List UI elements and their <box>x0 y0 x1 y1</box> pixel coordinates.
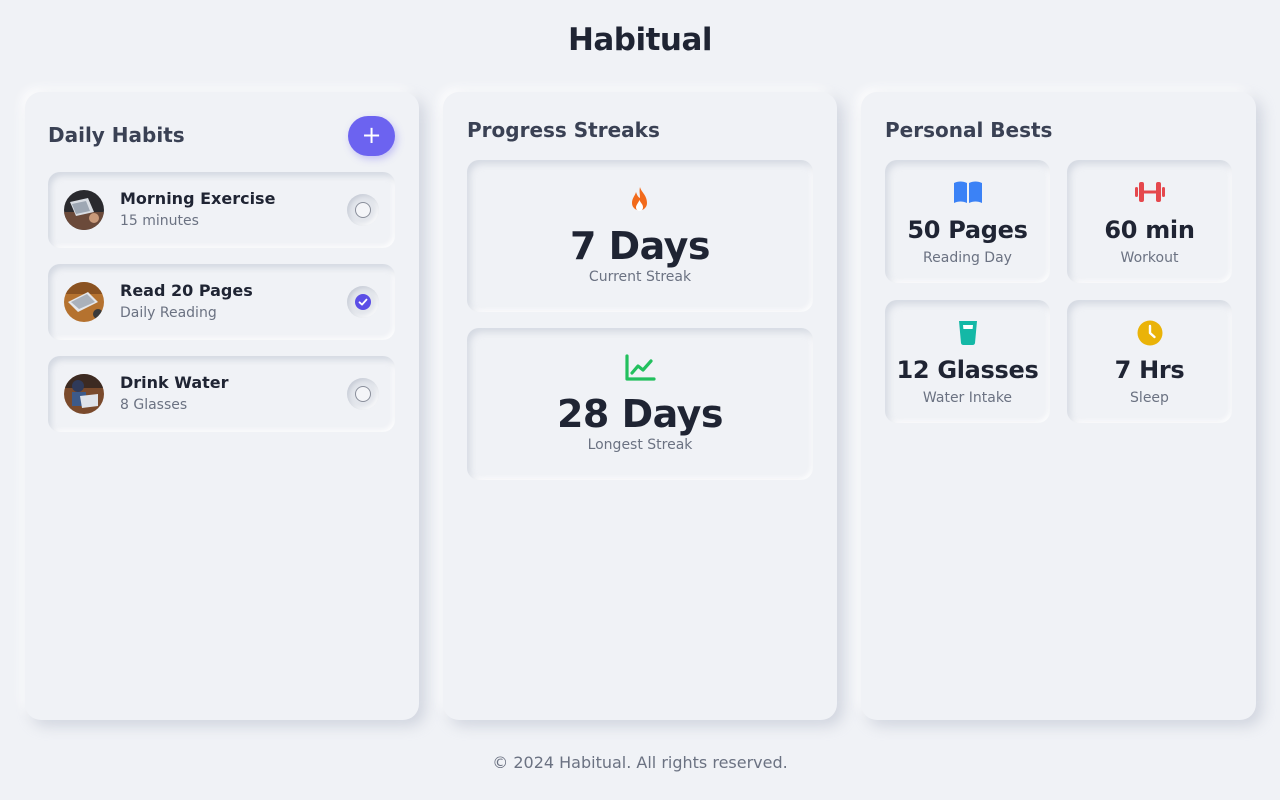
best-sleep-label: Sleep <box>1130 390 1169 406</box>
progress-streaks-title: Progress Streaks <box>467 118 660 142</box>
best-sleep-card: 7 Hrs Sleep <box>1067 300 1232 423</box>
trend-chart-icon <box>467 354 813 386</box>
unchecked-circle-icon <box>355 202 371 218</box>
avatar <box>64 190 104 230</box>
best-workout-value: 60 min <box>1104 216 1195 244</box>
habit-name: Morning Exercise <box>120 189 276 208</box>
checkmark-icon <box>355 294 371 310</box>
dumbbell-icon <box>1067 180 1232 206</box>
daily-habits-panel: Daily Habits + Morning Exercise 15 minut… <box>25 92 419 720</box>
clock-icon <box>1067 320 1232 346</box>
habit-detail: Daily Reading <box>120 305 217 321</box>
progress-streaks-panel: Progress Streaks 7 Days Current Streak 2… <box>443 92 837 720</box>
personal-bests-panel: Personal Bests 50 Pages Reading Day 60 m… <box>861 92 1256 720</box>
habit-toggle[interactable] <box>347 194 379 226</box>
glass-icon <box>885 320 1050 346</box>
add-habit-button[interactable]: + <box>348 116 395 156</box>
longest-streak-value: 28 Days <box>556 392 724 436</box>
longest-streak-card: 28 Days Longest Streak <box>467 328 813 480</box>
habit-item-drink-water[interactable]: Drink Water 8 Glasses <box>48 356 395 432</box>
best-water-card: 12 Glasses Water Intake <box>885 300 1050 423</box>
personal-bests-title: Personal Bests <box>885 118 1053 142</box>
unchecked-circle-icon <box>355 386 371 402</box>
avatar <box>64 282 104 322</box>
app-title: Habitual <box>567 22 713 58</box>
habit-item-morning-exercise[interactable]: Morning Exercise 15 minutes <box>48 172 395 248</box>
daily-habits-title: Daily Habits <box>48 123 185 147</box>
current-streak-value: 7 Days <box>569 224 711 268</box>
habit-item-read-20-pages[interactable]: Read 20 Pages Daily Reading <box>48 264 395 340</box>
best-reading-label: Reading Day <box>923 250 1012 266</box>
best-reading-value: 50 Pages <box>907 216 1028 244</box>
habit-name: Drink Water <box>120 373 229 392</box>
book-icon <box>885 180 1050 206</box>
best-sleep-value: 7 Hrs <box>1114 356 1185 384</box>
habit-toggle[interactable] <box>347 378 379 410</box>
habit-detail: 8 Glasses <box>120 397 188 413</box>
best-reading-card: 50 Pages Reading Day <box>885 160 1050 283</box>
habit-name: Read 20 Pages <box>120 281 253 300</box>
current-streak-label: Current Streak <box>588 269 692 285</box>
current-streak-card: 7 Days Current Streak <box>467 160 813 312</box>
habit-detail: 15 minutes <box>120 213 199 229</box>
avatar <box>64 374 104 414</box>
fire-icon <box>467 186 813 220</box>
longest-streak-label: Longest Streak <box>587 437 693 453</box>
best-water-value: 12 Glasses <box>896 356 1039 384</box>
habit-toggle[interactable] <box>347 286 379 318</box>
best-workout-card: 60 min Workout <box>1067 160 1232 283</box>
best-water-label: Water Intake <box>922 390 1013 406</box>
footer-copyright: © 2024 Habitual. All rights reserved. <box>492 753 788 772</box>
best-workout-label: Workout <box>1120 250 1179 266</box>
